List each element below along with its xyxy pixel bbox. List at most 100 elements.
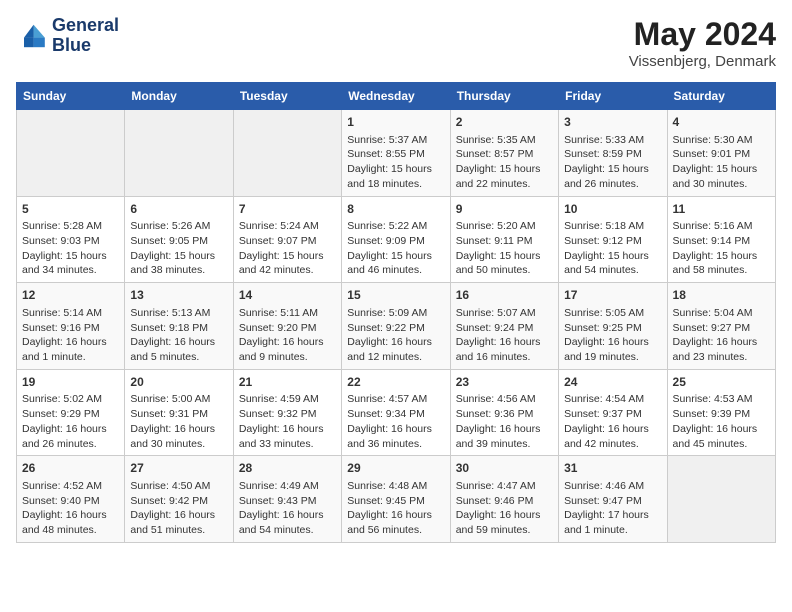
calendar-cell: 6Sunrise: 5:26 AM Sunset: 9:05 PM Daylig… xyxy=(125,196,233,283)
day-number: 25 xyxy=(673,374,770,391)
weekday-header-wednesday: Wednesday xyxy=(342,83,450,110)
day-number: 15 xyxy=(347,287,444,304)
day-info: Sunrise: 5:07 AM Sunset: 9:24 PM Dayligh… xyxy=(456,306,553,365)
day-number: 19 xyxy=(22,374,119,391)
day-number: 3 xyxy=(564,114,661,131)
weekday-header-monday: Monday xyxy=(125,83,233,110)
day-number: 31 xyxy=(564,460,661,477)
weekday-header-friday: Friday xyxy=(559,83,667,110)
location: Vissenbjerg, Denmark xyxy=(629,53,776,70)
day-info: Sunrise: 4:54 AM Sunset: 9:37 PM Dayligh… xyxy=(564,392,661,451)
calendar-cell xyxy=(125,110,233,197)
day-info: Sunrise: 5:35 AM Sunset: 8:57 PM Dayligh… xyxy=(456,133,553,192)
calendar-cell: 27Sunrise: 4:50 AM Sunset: 9:42 PM Dayli… xyxy=(125,456,233,543)
day-info: Sunrise: 5:02 AM Sunset: 9:29 PM Dayligh… xyxy=(22,392,119,451)
calendar-cell: 7Sunrise: 5:24 AM Sunset: 9:07 PM Daylig… xyxy=(233,196,341,283)
calendar-cell: 28 Sunrise: 4:49 AM Sunset: 9:43 PM Dayli… xyxy=(233,456,341,543)
logo-text: General Blue xyxy=(52,16,119,56)
day-info: Sunrise: 4:49 AM Sunset: 9:43 PM Dayligh… xyxy=(239,479,336,538)
calendar-week-4: 19Sunrise: 5:02 AM Sunset: 9:29 PM Dayli… xyxy=(17,369,776,456)
day-number: 9 xyxy=(456,201,553,218)
month-title: May 2024 xyxy=(629,16,776,53)
calendar-cell xyxy=(667,456,775,543)
page-header: General Blue May 2024 Vissenbjerg, Denma… xyxy=(16,16,776,70)
day-info: Sunrise: 5:28 AM Sunset: 9:03 PM Dayligh… xyxy=(22,219,119,278)
day-number: 28 xyxy=(239,460,336,477)
day-number: 6 xyxy=(130,201,227,218)
day-info: Sunrise: 5:00 AM Sunset: 9:31 PM Dayligh… xyxy=(130,392,227,451)
day-number: 14 xyxy=(239,287,336,304)
day-number: 7 xyxy=(239,201,336,218)
day-number: 10 xyxy=(564,201,661,218)
calendar-cell: 11Sunrise: 5:16 AM Sunset: 9:14 PM Dayli… xyxy=(667,196,775,283)
calendar-cell: 17Sunrise: 5:05 AM Sunset: 9:25 PM Dayli… xyxy=(559,283,667,370)
day-number: 20 xyxy=(130,374,227,391)
day-info: Sunrise: 5:16 AM Sunset: 9:14 PM Dayligh… xyxy=(673,219,770,278)
calendar-cell: 13 Sunrise: 5:13 AM Sunset: 9:18 PM Dayli… xyxy=(125,283,233,370)
calendar-cell: 20Sunrise: 5:00 AM Sunset: 9:31 PM Dayli… xyxy=(125,369,233,456)
day-info: Sunrise: 4:59 AM Sunset: 9:32 PM Dayligh… xyxy=(239,392,336,451)
day-number: 1 xyxy=(347,114,444,131)
calendar-cell: 23Sunrise: 4:56 AM Sunset: 9:36 PM Dayli… xyxy=(450,369,558,456)
calendar-cell xyxy=(233,110,341,197)
calendar-cell: 2 Sunrise: 5:35 AM Sunset: 8:57 PM Daylig… xyxy=(450,110,558,197)
calendar-week-5: 26Sunrise: 4:52 AM Sunset: 9:40 PM Dayli… xyxy=(17,456,776,543)
day-number: 22 xyxy=(347,374,444,391)
calendar-cell: 8Sunrise: 5:22 AM Sunset: 9:09 PM Daylig… xyxy=(342,196,450,283)
day-number: 24 xyxy=(564,374,661,391)
calendar-cell: 5Sunrise: 5:28 AM Sunset: 9:03 PM Daylig… xyxy=(17,196,125,283)
calendar-cell: 24Sunrise: 4:54 AM Sunset: 9:37 PM Dayli… xyxy=(559,369,667,456)
day-info: Sunrise: 5:13 AM Sunset: 9:18 PM Dayligh… xyxy=(130,306,227,365)
day-info: Sunrise: 5:30 AM Sunset: 9:01 PM Dayligh… xyxy=(673,133,770,192)
day-info: Sunrise: 4:57 AM Sunset: 9:34 PM Dayligh… xyxy=(347,392,444,451)
calendar-cell: 25Sunrise: 4:53 AM Sunset: 9:39 PM Dayli… xyxy=(667,369,775,456)
day-number: 5 xyxy=(22,201,119,218)
day-number: 13 xyxy=(130,287,227,304)
calendar-cell: 3 Sunrise: 5:33 AM Sunset: 8:59 PM Daylig… xyxy=(559,110,667,197)
calendar-cell: 1 Sunrise: 5:37 AM Sunset: 8:55 PM Daylig… xyxy=(342,110,450,197)
day-info: Sunrise: 5:24 AM Sunset: 9:07 PM Dayligh… xyxy=(239,219,336,278)
calendar-table: SundayMondayTuesdayWednesdayThursdayFrid… xyxy=(16,82,776,543)
calendar-cell: 14Sunrise: 5:11 AM Sunset: 9:20 PM Dayli… xyxy=(233,283,341,370)
day-number: 26 xyxy=(22,460,119,477)
calendar-cell: 26Sunrise: 4:52 AM Sunset: 9:40 PM Dayli… xyxy=(17,456,125,543)
calendar-week-1: 1 Sunrise: 5:37 AM Sunset: 8:55 PM Daylig… xyxy=(17,110,776,197)
day-info: Sunrise: 5:18 AM Sunset: 9:12 PM Dayligh… xyxy=(564,219,661,278)
day-number: 4 xyxy=(673,114,770,131)
day-info: Sunrise: 5:37 AM Sunset: 8:55 PM Dayligh… xyxy=(347,133,444,192)
calendar-cell: 30Sunrise: 4:47 AM Sunset: 9:46 PM Dayli… xyxy=(450,456,558,543)
day-info: Sunrise: 5:26 AM Sunset: 9:05 PM Dayligh… xyxy=(130,219,227,278)
calendar-cell: 31 Sunrise: 4:46 AM Sunset: 9:47 PM Dayli… xyxy=(559,456,667,543)
day-info: Sunrise: 5:09 AM Sunset: 9:22 PM Dayligh… xyxy=(347,306,444,365)
day-number: 11 xyxy=(673,201,770,218)
day-number: 23 xyxy=(456,374,553,391)
day-number: 18 xyxy=(673,287,770,304)
day-info: Sunrise: 5:14 AM Sunset: 9:16 PM Dayligh… xyxy=(22,306,119,365)
calendar-cell: 19Sunrise: 5:02 AM Sunset: 9:29 PM Dayli… xyxy=(17,369,125,456)
calendar-cell: 15 Sunrise: 5:09 AM Sunset: 9:22 PM Dayli… xyxy=(342,283,450,370)
calendar-cell: 12 Sunrise: 5:14 AM Sunset: 9:16 PM Dayli… xyxy=(17,283,125,370)
calendar-week-2: 5Sunrise: 5:28 AM Sunset: 9:03 PM Daylig… xyxy=(17,196,776,283)
weekday-header-thursday: Thursday xyxy=(450,83,558,110)
day-info: Sunrise: 5:05 AM Sunset: 9:25 PM Dayligh… xyxy=(564,306,661,365)
day-info: Sunrise: 5:33 AM Sunset: 8:59 PM Dayligh… xyxy=(564,133,661,192)
weekday-header-row: SundayMondayTuesdayWednesdayThursdayFrid… xyxy=(17,83,776,110)
day-info: Sunrise: 5:04 AM Sunset: 9:27 PM Dayligh… xyxy=(673,306,770,365)
calendar-cell: 29Sunrise: 4:48 AM Sunset: 9:45 PM Dayli… xyxy=(342,456,450,543)
logo-icon xyxy=(16,20,48,52)
day-info: Sunrise: 4:48 AM Sunset: 9:45 PM Dayligh… xyxy=(347,479,444,538)
weekday-header-sunday: Sunday xyxy=(17,83,125,110)
logo: General Blue xyxy=(16,16,119,56)
day-info: Sunrise: 4:56 AM Sunset: 9:36 PM Dayligh… xyxy=(456,392,553,451)
day-info: Sunrise: 5:20 AM Sunset: 9:11 PM Dayligh… xyxy=(456,219,553,278)
title-block: May 2024 Vissenbjerg, Denmark xyxy=(629,16,776,70)
weekday-header-tuesday: Tuesday xyxy=(233,83,341,110)
calendar-cell: 22Sunrise: 4:57 AM Sunset: 9:34 PM Dayli… xyxy=(342,369,450,456)
day-number: 21 xyxy=(239,374,336,391)
calendar-cell: 18 Sunrise: 5:04 AM Sunset: 9:27 PM Dayli… xyxy=(667,283,775,370)
calendar-cell: 4 Sunrise: 5:30 AM Sunset: 9:01 PM Daylig… xyxy=(667,110,775,197)
day-number: 12 xyxy=(22,287,119,304)
day-number: 2 xyxy=(456,114,553,131)
day-info: Sunrise: 4:46 AM Sunset: 9:47 PM Dayligh… xyxy=(564,479,661,538)
day-number: 8 xyxy=(347,201,444,218)
